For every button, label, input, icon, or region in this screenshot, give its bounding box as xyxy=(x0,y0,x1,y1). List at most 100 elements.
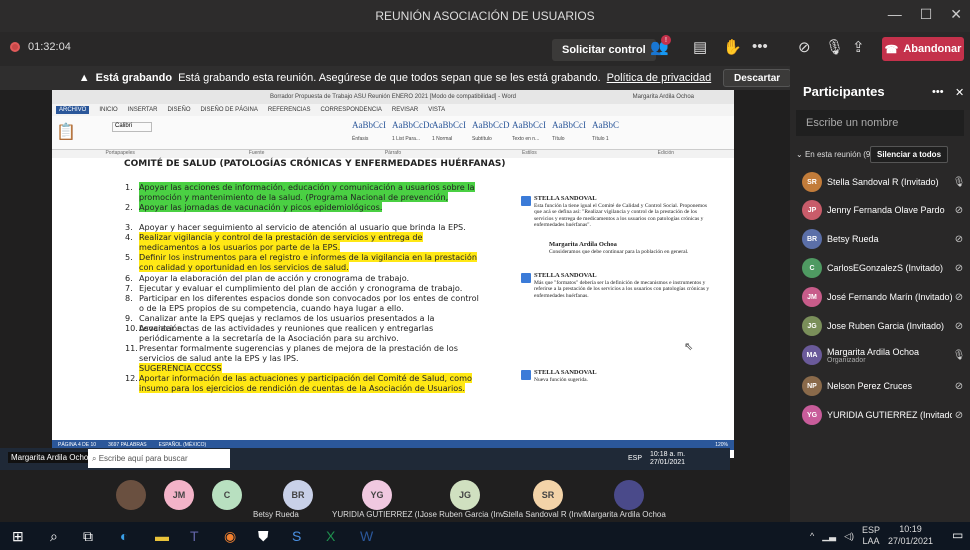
mic-off-icon[interactable]: ⊘ xyxy=(952,234,966,245)
word-tab[interactable]: REVISAR xyxy=(392,107,418,113)
video-tile-avatar[interactable] xyxy=(116,480,146,510)
word-tab[interactable]: INICIO xyxy=(99,107,117,113)
participant-row[interactable]: SR Stella Sandoval R (Invitado) 🎙 xyxy=(796,167,966,197)
participant-row[interactable]: JG Jose Ruben Garcia (Invitado) ⊘ xyxy=(796,311,966,341)
word-tab[interactable]: INSERTAR xyxy=(128,107,158,113)
comment[interactable]: STELLA SANDOVAL Esta función la tiene igu… xyxy=(521,195,714,229)
style-sample[interactable]: AaBbCcD xyxy=(472,120,510,130)
chat-icon[interactable]: ▤ xyxy=(693,38,707,56)
close-panel-icon[interactable]: ✕ xyxy=(955,86,964,99)
video-tile-avatar[interactable]: BR xyxy=(283,480,313,510)
list-item: 4. Realizar vigilancia y control de la pr… xyxy=(125,232,479,253)
word-tab[interactable]: DISEÑO DE PÁGINA xyxy=(201,107,258,113)
phone-icon: ☎ xyxy=(884,43,899,56)
style-sample[interactable]: AaBbCcI xyxy=(352,120,386,130)
mic-on-icon[interactable]: 🎙 xyxy=(952,177,966,188)
taskbar-clock[interactable]: 10:19 27/01/2021 xyxy=(888,523,933,547)
word-tab[interactable]: ARCHIVO xyxy=(56,106,90,114)
mic-on-icon[interactable]: 🎙 xyxy=(952,350,966,361)
close-icon[interactable]: ✕ xyxy=(950,6,962,23)
privacy-link[interactable]: Política de privacidad xyxy=(607,72,712,84)
style-sample[interactable]: AaBbCcDc xyxy=(392,120,434,130)
windows-start-icon[interactable]: ⊞ xyxy=(12,528,24,545)
style-sample[interactable]: AaBbCcI xyxy=(432,120,466,130)
video-tile-avatar[interactable]: C xyxy=(212,480,242,510)
style-name: 1 Normal xyxy=(432,136,453,142)
language-indicator[interactable]: ESP LAA xyxy=(862,525,880,547)
camera-off-icon[interactable]: ⊘ xyxy=(798,38,811,56)
word-tab[interactable]: VISTA xyxy=(428,107,445,113)
mute-all-button[interactable]: Silenciar a todos xyxy=(870,146,949,163)
participant-row[interactable]: YG YURIDIA GUTIERREZ (Invitado) ⊘ xyxy=(796,400,966,430)
video-tile-label: Betsy Rueda xyxy=(253,510,299,519)
mic-icon[interactable]: 🎙 xyxy=(825,38,844,56)
word-tab[interactable]: REFERENCIAS xyxy=(268,107,311,113)
timer-text: 01:32:04 xyxy=(28,41,71,53)
word-icon[interactable]: W xyxy=(360,528,373,544)
participant-row[interactable]: NP Nelson Perez Cruces ⊘ xyxy=(796,371,966,401)
shared-screen-word: Borrador Propuesta de Trabajo ASU Reunió… xyxy=(52,90,734,458)
participant-row[interactable]: MA Margarita Ardila Ochoa Organizador 🎙 xyxy=(796,340,966,370)
lang-2: LAA xyxy=(862,536,880,546)
request-control-button[interactable]: Solicitar control xyxy=(552,39,656,61)
file-explorer-icon[interactable]: ▬ xyxy=(155,528,169,544)
dismiss-button[interactable]: Descartar xyxy=(723,69,792,87)
video-tile-avatar[interactable]: SR xyxy=(533,480,563,510)
participant-row[interactable]: BR Betsy Rueda ⊘ xyxy=(796,224,966,254)
mic-off-icon[interactable]: ⊘ xyxy=(952,205,966,216)
participant-search-input[interactable]: Escribe un nombre xyxy=(796,110,964,136)
word-tabs: ARCHIVO INICIO INSERTAR DISEÑO DISEÑO DE PÁG… xyxy=(52,104,734,116)
firefox-icon[interactable]: ◉ xyxy=(224,528,236,545)
comment-author-icon xyxy=(521,196,531,206)
participant-row[interactable]: JM José Fernando Marín (Invitado) ⊘ xyxy=(796,282,966,312)
task-view-icon[interactable]: ⧉ xyxy=(83,528,93,545)
word-tab[interactable]: CORRESPONDENCIA xyxy=(321,107,382,113)
word-user: Margarita Ardila Ochoa xyxy=(632,94,694,100)
mic-off-icon[interactable]: ⊘ xyxy=(952,381,966,392)
style-sample[interactable]: AaBbC xyxy=(592,120,619,130)
mic-off-icon[interactable]: ⊘ xyxy=(952,263,966,274)
leave-button[interactable]: ☎ Abandonar xyxy=(882,37,964,61)
skype-icon[interactable]: S xyxy=(292,528,301,544)
network-icon[interactable]: ▁▃ xyxy=(822,531,836,542)
list-item: 5. Definir los instrumentos para el regis… xyxy=(125,252,479,273)
teams-icon[interactable]: T xyxy=(190,528,199,544)
comment[interactable]: STELLA SANDOVAL Más que "formatos" deberí… xyxy=(521,272,714,299)
mic-off-icon[interactable]: ⊘ xyxy=(952,410,966,421)
share-icon[interactable]: ⇪ xyxy=(852,38,865,56)
list-number: 4. xyxy=(125,232,133,242)
participant-row[interactable]: JP Jenny Fernanda Olave Pardo ⊘ xyxy=(796,195,966,225)
edge-icon[interactable]: ◐ xyxy=(120,528,128,544)
notifications-icon[interactable]: ▭ xyxy=(952,528,963,542)
search-icon[interactable]: ⌕ xyxy=(50,528,58,545)
list-item: 6. Apoyar la elaboración del plan de acci… xyxy=(125,273,479,283)
more-icon[interactable]: ••• xyxy=(932,86,944,98)
shared-date: 27/01/2021 xyxy=(650,459,686,466)
minimize-icon[interactable]: — xyxy=(888,6,902,23)
list-text: Aportar información de las actuaciones y… xyxy=(139,373,472,394)
avatar: NP xyxy=(802,376,822,396)
shared-search-box: ⌕ Escribe aquí para buscar xyxy=(88,449,230,468)
style-sample[interactable]: AaBbCcI xyxy=(552,120,586,130)
maximize-icon[interactable]: ☐ xyxy=(920,6,933,23)
video-tile-avatar[interactable]: JG xyxy=(450,480,480,510)
avatar: YG xyxy=(802,405,822,425)
volume-icon[interactable]: ◁) xyxy=(844,531,854,542)
word-tab[interactable]: DISEÑO xyxy=(167,107,190,113)
chevron-up-icon[interactable]: ^ xyxy=(810,531,814,541)
store-icon[interactable]: ⛊ xyxy=(258,528,269,545)
excel-icon[interactable]: X xyxy=(326,528,335,544)
more-options-icon[interactable]: ••• xyxy=(752,38,768,55)
mic-off-icon[interactable]: ⊘ xyxy=(952,292,966,303)
mic-off-icon[interactable]: ⊘ xyxy=(952,321,966,332)
video-tile-avatar[interactable]: YG xyxy=(362,480,392,510)
participant-name: Margarita Ardila Ochoa xyxy=(827,346,920,357)
comment[interactable]: STELLA SANDOVAL Nueva función sugerida. xyxy=(521,369,714,383)
group-header[interactable]: ⌄ En esta reunión (9) xyxy=(796,150,873,159)
video-tile-avatar[interactable]: JM xyxy=(164,480,194,510)
raise-hand-icon[interactable]: ✋ xyxy=(723,38,742,56)
video-tile-avatar[interactable] xyxy=(614,480,644,510)
style-sample[interactable]: AaBbCcI xyxy=(512,120,546,130)
participant-row[interactable]: C CarlosEGonzalezS (Invitado) ⊘ xyxy=(796,253,966,283)
comment[interactable]: Margarita Ardila Ochoa Consideramos que d… xyxy=(549,241,729,255)
